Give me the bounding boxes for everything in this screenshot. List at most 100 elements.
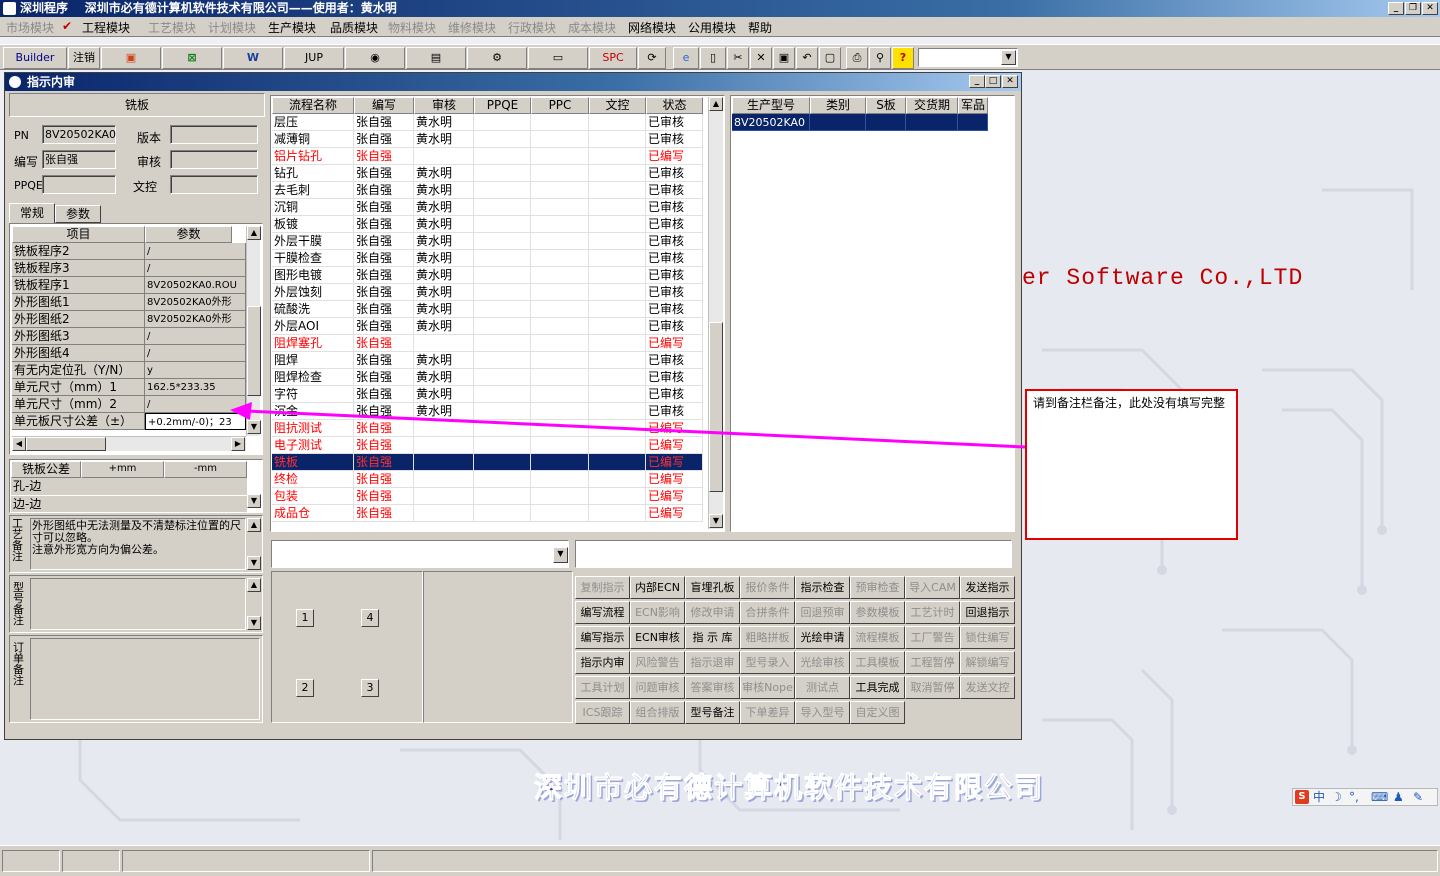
action-button[interactable]: 编写指示 xyxy=(575,626,630,649)
model-header[interactable]: 交货期 xyxy=(906,97,958,114)
help-button[interactable]: ? xyxy=(892,47,914,69)
action-button[interactable]: 风险警告 xyxy=(630,651,685,674)
flow-header[interactable]: 流程名称 xyxy=(272,97,354,114)
params-scroll-thumb[interactable] xyxy=(247,306,261,396)
print-button[interactable]: ⎙ xyxy=(846,47,868,69)
flow-row[interactable]: 钻孔 张自强 黄水明 已审核 xyxy=(272,165,703,182)
menu-item[interactable]: 行政模块 xyxy=(508,19,556,36)
action-button[interactable]: ECN审核 xyxy=(630,626,685,649)
computer-button[interactable]: ▭ xyxy=(528,47,588,69)
flow-row[interactable]: 沉铜 张自强 黄水明 已审核 xyxy=(272,199,703,216)
chevron-down-icon[interactable]: ▼ xyxy=(247,616,261,630)
param-row[interactable]: 单元尺寸（mm）2/ xyxy=(12,396,246,413)
action-button[interactable]: 导入型号 xyxy=(795,701,850,724)
chevron-up-icon[interactable]: ▲ xyxy=(247,578,261,592)
flow-header[interactable]: PPQE xyxy=(474,97,531,114)
action-button[interactable]: 参数模板 xyxy=(850,601,905,624)
action-button[interactable]: 答案审核 xyxy=(685,676,740,699)
pad-button-3[interactable]: 3 xyxy=(361,679,379,697)
logout-button[interactable]: 注销 xyxy=(68,47,100,69)
chevron-down-icon[interactable]: ▼ xyxy=(247,556,261,570)
excel-button[interactable]: ⊠ xyxy=(162,47,222,69)
ppqe-field[interactable] xyxy=(42,175,116,194)
flow-row[interactable]: 铝片钻孔 张自强 已编写 xyxy=(272,148,703,165)
param-value[interactable]: 8V20502KA0外形 xyxy=(145,294,246,311)
flow-row[interactable]: 减薄铜 张自强 黄水明 已审核 xyxy=(272,131,703,148)
action-button[interactable]: ECN影响 xyxy=(630,601,685,624)
pad-button-1[interactable]: 1 xyxy=(296,609,314,627)
version-field[interactable] xyxy=(170,125,258,144)
wrench-icon[interactable]: ✎ xyxy=(1413,789,1423,805)
refresh-button[interactable]: ⟳ xyxy=(638,47,666,69)
action-button[interactable]: 修改申请 xyxy=(685,601,740,624)
action-button[interactable]: 光绘审核 xyxy=(795,651,850,674)
menu-item[interactable]: 成本模块 xyxy=(568,19,616,36)
flow-row[interactable]: 铣板 张自强 已编写 xyxy=(272,454,703,471)
author-field[interactable]: 张自强 xyxy=(42,150,116,169)
eye-button[interactable]: ◉ xyxy=(345,47,405,69)
chevron-up-icon[interactable]: ▲ xyxy=(709,97,723,111)
window-close-button[interactable]: ✕ xyxy=(1002,75,1018,88)
flow-row[interactable]: 外层干膜 张自强 黄水明 已审核 xyxy=(272,233,703,250)
action-button[interactable]: 工具模板 xyxy=(850,651,905,674)
word-button[interactable]: W xyxy=(223,47,283,69)
chevron-down-icon[interactable]: ▼ xyxy=(553,547,568,563)
menu-item[interactable]: 工艺模块 xyxy=(148,19,196,36)
menu-item[interactable]: 帮助 xyxy=(748,19,772,36)
window-maximize-button[interactable]: □ xyxy=(985,75,1001,88)
flow-row[interactable]: 阻焊 张自强 黄水明 已审核 xyxy=(272,352,703,369)
builder-button[interactable]: Builder xyxy=(3,47,67,69)
action-button[interactable]: 盲埋孔板 xyxy=(685,576,740,599)
powerpoint-button[interactable]: ▣ xyxy=(101,47,161,69)
action-button[interactable]: 工厂警告 xyxy=(905,626,960,649)
action-button[interactable]: 流程模板 xyxy=(850,626,905,649)
flow-row[interactable]: 成品仓 张自强 已编写 xyxy=(272,505,703,522)
find-button[interactable]: ⚲ xyxy=(869,47,891,69)
param-row[interactable]: 外形图纸1 8V20502KA0外形 xyxy=(12,294,246,311)
action-button[interactable]: 指示退审 xyxy=(685,651,740,674)
param-value[interactable]: / xyxy=(145,260,246,277)
action-button[interactable]: 组合排版 xyxy=(630,701,685,724)
action-button[interactable]: 导入CAM xyxy=(905,576,960,599)
ime-toolbar[interactable]: S 中 ☽ °, ⌨ ♟ ✎ xyxy=(1292,788,1438,806)
menu-item[interactable]: 计划模块 xyxy=(208,19,256,36)
action-button[interactable]: ICS跟踪 xyxy=(575,701,630,724)
flow-row[interactable]: 外层蚀刻 张自强 黄水明 已审核 xyxy=(272,284,703,301)
param-row[interactable]: 铣板程序2/ xyxy=(12,243,246,260)
doc-field[interactable] xyxy=(170,175,258,194)
action-button[interactable]: 取消暂停 xyxy=(905,676,960,699)
filter-combo[interactable]: ▼ xyxy=(271,540,569,568)
action-button[interactable]: 回退指示 xyxy=(960,601,1015,624)
minimize-button[interactable]: _ xyxy=(1388,2,1404,15)
menu-item[interactable]: 维修模块 xyxy=(448,19,496,36)
action-button[interactable]: 回退预审 xyxy=(795,601,850,624)
flow-row[interactable]: 包装 张自强 已编写 xyxy=(272,488,703,505)
database-button[interactable]: ▤ xyxy=(406,47,466,69)
flow-row[interactable]: 终检 张自强 已编写 xyxy=(272,471,703,488)
flow-row[interactable]: 硫酸洗 张自强 黄水明 已审核 xyxy=(272,301,703,318)
action-button[interactable]: 粗略拼板 xyxy=(740,626,795,649)
flow-header[interactable]: 编写 xyxy=(354,97,414,114)
param-value[interactable]: / xyxy=(145,345,246,362)
pad-button-4[interactable]: 4 xyxy=(361,609,379,627)
spc-button[interactable]: SPC xyxy=(589,47,637,69)
tol-row[interactable]: 边-边 xyxy=(11,495,247,512)
flow-row[interactable]: 阻焊检查 张自强 黄水明 已审核 xyxy=(272,369,703,386)
action-button[interactable]: 光绘申请 xyxy=(795,626,850,649)
pn-field[interactable]: 8V20502KA0 xyxy=(42,125,116,144)
moon-icon[interactable]: ☽ xyxy=(1331,789,1342,805)
action-button[interactable]: 工具完成 xyxy=(850,676,905,699)
action-button[interactable]: 解锁编写 xyxy=(960,651,1015,674)
model-header[interactable]: 生产型号 xyxy=(732,97,810,114)
flow-row[interactable]: 干膜检查 张自强 黄水明 已审核 xyxy=(272,250,703,267)
new-file-button[interactable]: ▯ xyxy=(700,47,726,69)
param-row[interactable]: 外形图纸3/ xyxy=(12,328,246,345)
action-button[interactable]: 复制指示 xyxy=(575,576,630,599)
chevron-down-icon[interactable]: ▼ xyxy=(709,514,723,528)
process-note-text[interactable]: 外形图纸中无法测量及不清楚标注位置的尺寸可以忽略。 注意外形宽方向为偏公差。 xyxy=(30,518,246,570)
param-row[interactable]: 外形图纸4/ xyxy=(12,345,246,362)
jup-button[interactable]: JUP xyxy=(284,47,344,69)
maximize-button[interactable]: ❐ xyxy=(1405,2,1421,15)
menu-item[interactable]: 生产模块 xyxy=(268,19,316,36)
delete-button[interactable]: ✕ xyxy=(750,47,772,69)
